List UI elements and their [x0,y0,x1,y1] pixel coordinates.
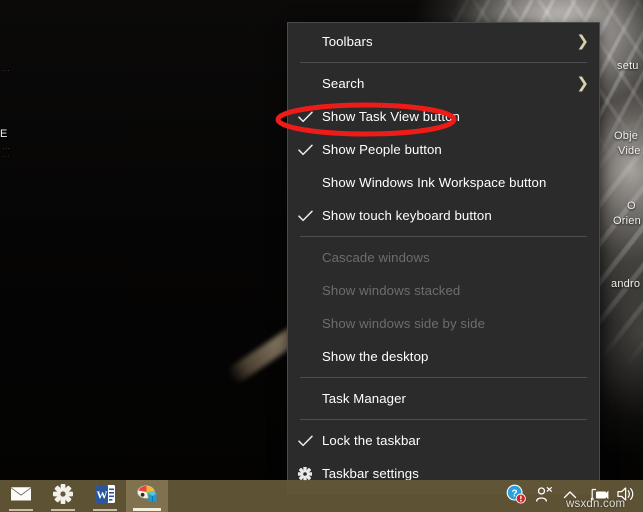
menu-item-side-by-side: Show windows side by side [288,307,599,340]
menu-item-show-people[interactable]: Show People button [288,133,599,166]
desktop-cropped-text: O [627,200,636,212]
network-icon [587,485,609,508]
tray-item-network[interactable] [583,480,613,512]
checkmark-icon [297,111,313,123]
network-icon-svg [590,488,609,500]
gear-slot [288,466,322,481]
help-error-icon: ? [506,484,526,509]
taskbar-button-paint[interactable] [126,480,168,512]
menu-item-label: Show touch keyboard button [322,208,492,223]
checkmark-icon [297,210,313,222]
taskbar-button-mail[interactable] [0,480,42,512]
desktop-cropped-text: Obje [614,130,639,142]
desktop-cropped-text: andro [611,278,641,290]
paint-3d-icon-svg [137,484,157,501]
desktop-cropped-text: ... [2,149,11,159]
menu-item-stacked: Show windows stacked [288,274,599,307]
tray-item-volume[interactable] [613,480,639,512]
menu-item-label: Show Windows Ink Workspace button [322,175,547,190]
checkmark-icon [297,435,313,447]
checkmark-slot [288,210,322,222]
menu-item-label: Search [322,76,365,91]
gear-icon-svg [53,483,73,504]
menu-separator [300,419,587,420]
tray-item-people[interactable] [531,480,557,512]
menu-separator [300,377,587,378]
tray-item-help[interactable]: ? [501,480,531,512]
tray-item-chevron[interactable] [557,480,583,512]
chevron-up-icon-svg [563,491,577,499]
people-icon [534,485,554,508]
checkmark-slot [288,435,322,447]
mail-icon [10,486,32,507]
taskbar-button-group[interactable]: W [0,480,168,512]
word-icon-svg: W [95,484,115,503]
system-tray[interactable]: ? [501,480,643,512]
menu-item-task-manager[interactable]: Task Manager [288,382,599,415]
screen: ...... E... setu Obje Vide O Orien andro Toolba… [0,0,643,512]
menu-item-toolbars[interactable]: Toolbars ❯ [288,25,599,58]
menu-item-lock-taskbar[interactable]: Lock the taskbar [288,424,599,457]
menu-item-label: Cascade windows [322,250,430,265]
desktop-cropped-text: ... [2,63,11,73]
menu-item-label: Show People button [322,142,442,157]
menu-item-label: Show the desktop [322,349,429,364]
menu-item-label: Show windows side by side [322,316,486,331]
menu-separator [300,62,587,63]
checkmark-icon [297,144,313,156]
paint-3d-icon [136,484,158,509]
checkmark-slot [288,144,322,156]
menu-item-show-desktop[interactable]: Show the desktop [288,340,599,373]
taskbar-button-word[interactable]: W [84,480,126,512]
menu-item-label: Show windows stacked [322,283,461,298]
mail-icon-svg [10,486,32,500]
menu-item-show-ink[interactable]: Show Windows Ink Workspace button [288,166,599,199]
taskbar-button-settings[interactable] [42,480,84,512]
desktop-cropped-text: setu [617,60,639,72]
menu-item-show-task-view[interactable]: Show Task View button [288,100,599,133]
desktop-cropped-text: Vide [618,145,641,157]
menu-item-cascade: Cascade windows [288,241,599,274]
menu-item-search[interactable]: Search ❯ [288,67,599,100]
chevron-right-icon: ❯ [576,32,589,50]
taskbar[interactable]: W ? [0,480,643,512]
menu-item-label: Show Task View button [322,109,460,124]
menu-separator [300,236,587,237]
help-error-icon-svg: ? [506,484,526,504]
taskbar-context-menu[interactable]: Toolbars ❯ Search ❯ Show Task View button Sho… [287,22,600,494]
chevron-right-icon: ❯ [576,74,589,92]
word-icon: W [95,484,115,509]
desktop-cropped-text: Orien [613,215,641,227]
checkmark-slot [288,111,322,123]
menu-item-label: Taskbar settings [322,466,419,481]
menu-item-label: Lock the taskbar [322,433,421,448]
gear-icon [53,483,73,509]
svg-text:W: W [96,489,107,501]
volume-icon-svg [617,486,634,501]
people-icon-svg [535,486,552,502]
menu-item-label: Toolbars [322,34,373,49]
desktop-cropped-text: E [0,128,8,140]
chevron-up-icon [563,487,577,505]
menu-item-label: Task Manager [322,391,407,406]
volume-icon [616,485,636,508]
menu-item-show-touch-kb[interactable]: Show touch keyboard button [288,199,599,232]
gear-icon [298,466,312,481]
